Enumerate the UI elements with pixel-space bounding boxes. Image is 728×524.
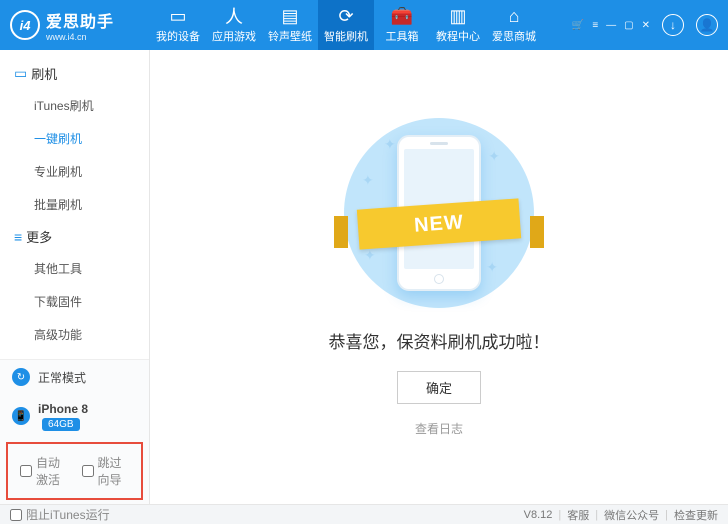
tab-label: 工具箱: [386, 28, 419, 44]
footer-link-support[interactable]: 客服: [567, 507, 589, 523]
group-label: 刷机: [31, 64, 57, 83]
sparkle-icon: ✦: [362, 172, 374, 189]
logo: i4 爱思助手 www.i4.cn: [0, 8, 150, 42]
group-label: 更多: [26, 227, 52, 246]
tab-ringtones[interactable]: ▤ 铃声壁纸: [262, 0, 318, 50]
title-bar: i4 爱思助手 www.i4.cn ▭ 我的设备 人应用游戏 ▤ 铃声壁纸 ⟳ 智能刷…: [0, 0, 728, 50]
sidebar-item-pro-flash[interactable]: 专业刷机: [0, 155, 149, 188]
refresh-icon: ↻: [12, 368, 30, 386]
tab-store[interactable]: ⌂ 爱思商城: [486, 0, 542, 50]
status-mode[interactable]: ↻ 正常模式: [0, 360, 149, 394]
checkbox-label: 跳过向导: [98, 454, 130, 488]
menu-icon[interactable]: ≡: [592, 20, 598, 31]
storage-badge: 64GB: [42, 418, 80, 431]
ok-button[interactable]: 确定: [397, 371, 481, 404]
checkbox-auto-activate[interactable]: 自动激活: [20, 454, 68, 488]
sidebar-item-download-firmware[interactable]: 下载固件: [0, 285, 149, 318]
sidebar: ▭刷机 iTunes刷机 一键刷机 专业刷机 批量刷机 ≡更多 其他工具 下载固…: [0, 50, 150, 504]
profile-button[interactable]: 👤: [696, 14, 718, 36]
checkbox-label: 自动激活: [36, 454, 68, 488]
device-info[interactable]: 📱 iPhone 8 64GB: [0, 394, 149, 438]
toolbox-icon: 🧰: [391, 6, 413, 26]
refresh-icon: ⟳: [338, 6, 353, 26]
tab-label: 应用游戏: [212, 28, 256, 44]
close-icon[interactable]: ✕: [642, 20, 650, 31]
tablet-icon: ▭: [169, 6, 186, 26]
tab-my-device[interactable]: ▭ 我的设备: [150, 0, 206, 50]
tab-label: 智能刷机: [324, 28, 368, 44]
sidebar-item-itunes-flash[interactable]: iTunes刷机: [0, 89, 149, 122]
status-label: 正常模式: [38, 369, 86, 386]
window-controls: 🛒 ≡ — ▢ ✕ ↓ 👤: [572, 14, 728, 36]
download-button[interactable]: ↓: [662, 14, 684, 36]
footer-bar: 阻止iTunes运行 V8.12 | 客服 | 微信公众号 | 检查更新: [0, 504, 728, 524]
nav-tabs: ▭ 我的设备 人应用游戏 ▤ 铃声壁纸 ⟳ 智能刷机 🧰 工具箱 ▥ 教程中心 ⌂ 爱思商城: [150, 0, 572, 50]
success-message: 恭喜您，保资料刷机成功啦！: [329, 328, 550, 353]
tab-toolbox[interactable]: 🧰 工具箱: [374, 0, 430, 50]
maximize-icon[interactable]: ▢: [624, 20, 633, 31]
ribbon-label: NEW: [357, 198, 521, 249]
sidebar-item-oneclick-flash[interactable]: 一键刷机: [0, 122, 149, 155]
tab-label: 铃声壁纸: [268, 28, 312, 44]
sparkle-icon: ✦: [488, 148, 500, 165]
sidebar-item-other-tools[interactable]: 其他工具: [0, 252, 149, 285]
tab-apps[interactable]: 人应用游戏: [206, 0, 262, 50]
checkbox-label: 阻止iTunes运行: [26, 506, 110, 523]
phone-icon: 📱: [12, 407, 30, 425]
content-pane: ✦ ✦ ✦ ✦ ✦ NEW 恭喜您，保资料刷机成功啦！ 确定 查看日志: [150, 50, 728, 504]
sidebar-item-batch-flash[interactable]: 批量刷机: [0, 188, 149, 221]
brand-name: 爱思助手: [46, 8, 114, 32]
footer-link-wechat[interactable]: 微信公众号: [604, 507, 659, 523]
list-icon: ≡: [14, 229, 22, 245]
apps-icon: 人: [225, 6, 243, 26]
minimize-icon[interactable]: —: [606, 20, 616, 31]
new-ribbon: NEW: [334, 204, 544, 260]
success-illustration: ✦ ✦ ✦ ✦ ✦ NEW: [344, 118, 534, 308]
grid-icon: ▥: [449, 6, 466, 26]
device-name: iPhone 8: [38, 402, 88, 416]
tab-label: 爱思商城: [492, 28, 536, 44]
version-label: V8.12: [524, 509, 553, 521]
checkbox-skip-guide[interactable]: 跳过向导: [82, 454, 130, 488]
brand-url: www.i4.cn: [46, 32, 114, 42]
cart-icon[interactable]: 🛒: [572, 20, 584, 31]
tablet-icon: ▭: [14, 65, 27, 82]
logo-icon: i4: [10, 10, 40, 40]
tab-label: 教程中心: [436, 28, 480, 44]
checkbox-block-itunes[interactable]: 阻止iTunes运行: [10, 506, 110, 523]
sparkle-icon: ✦: [384, 136, 396, 153]
sidebar-group-flash: ▭刷机: [0, 58, 149, 89]
sidebar-group-more: ≡更多: [0, 221, 149, 252]
footer-link-update[interactable]: 检查更新: [674, 507, 718, 523]
sidebar-item-advanced[interactable]: 高级功能: [0, 318, 149, 351]
view-log-link[interactable]: 查看日志: [415, 420, 463, 437]
store-icon: ⌂: [509, 6, 520, 26]
tab-label: 我的设备: [156, 28, 200, 44]
options-highlighted: 自动激活 跳过向导: [6, 442, 143, 500]
tab-tutorials[interactable]: ▥ 教程中心: [430, 0, 486, 50]
wallpaper-icon: ▤: [281, 6, 298, 26]
sparkle-icon: ✦: [486, 259, 498, 276]
tab-flash[interactable]: ⟳ 智能刷机: [318, 0, 374, 50]
